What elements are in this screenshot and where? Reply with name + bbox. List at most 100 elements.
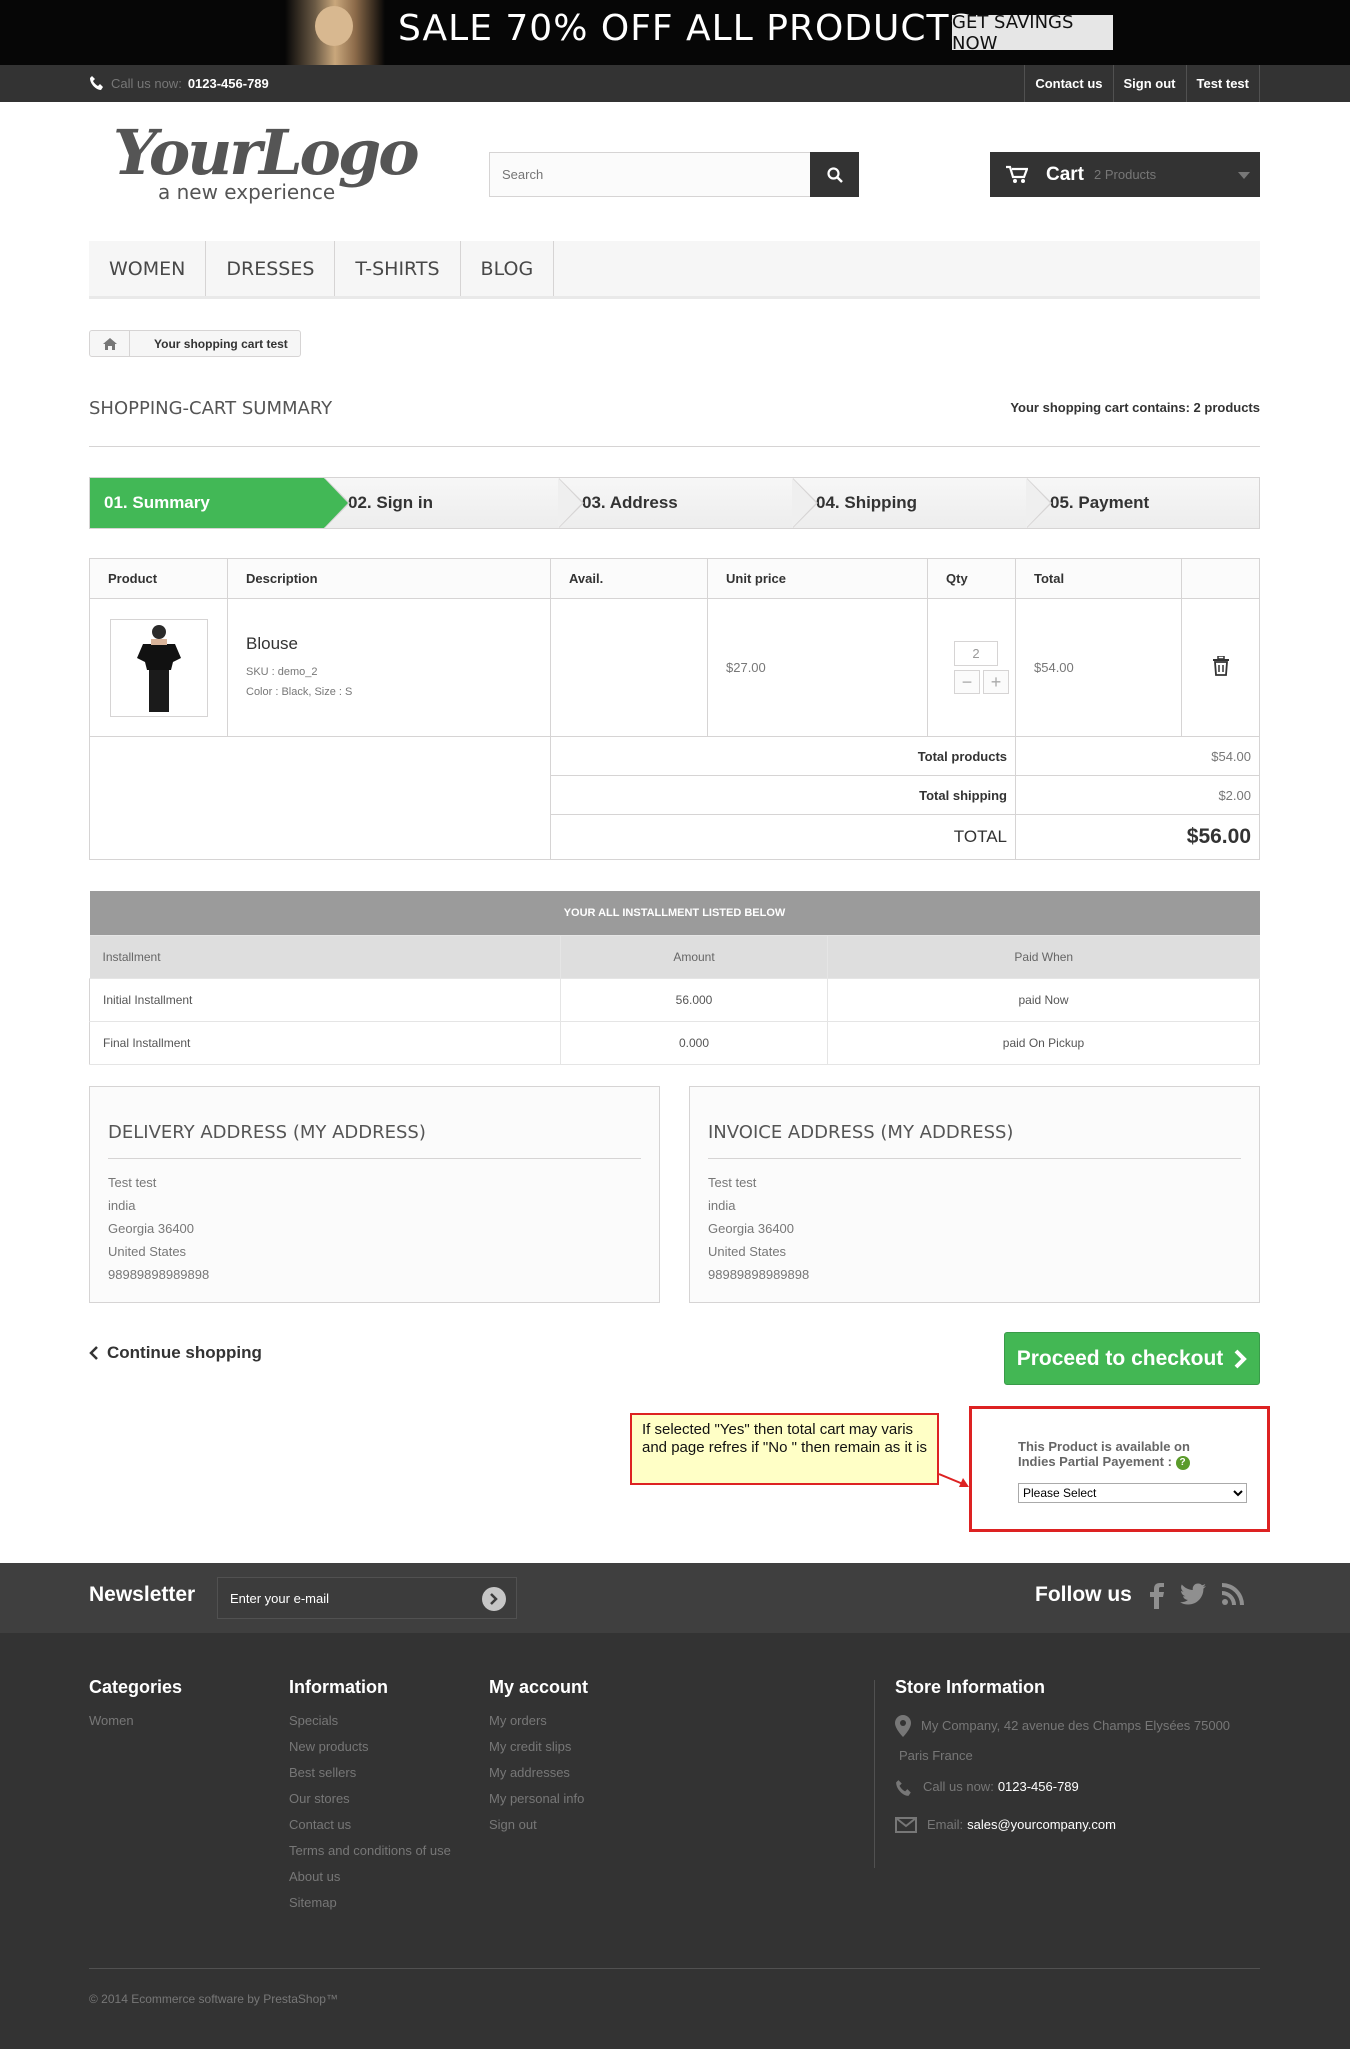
menu-item-dresses[interactable]: DRESSES <box>206 241 336 296</box>
qty-increase-button[interactable]: + <box>983 670 1009 694</box>
top-nav: Call us now: 0123-456-789 Contact us Sig… <box>0 65 1350 102</box>
proceed-to-checkout-button[interactable]: Proceed to checkout <box>1004 1332 1260 1385</box>
twitter-icon[interactable] <box>1180 1583 1206 1605</box>
qty-cell: 2 − + <box>927 598 1016 737</box>
footer-link[interactable]: New products <box>289 1734 459 1760</box>
footer-information: Information Specials New products Best s… <box>289 1677 459 1916</box>
step-label: 02. Sign in <box>348 493 434 512</box>
footer-link[interactable]: My addresses <box>489 1760 588 1786</box>
header-links: Contact us Sign out Test test <box>1024 65 1260 102</box>
col-description: Description <box>227 558 551 599</box>
newsletter-submit-button[interactable] <box>482 1587 506 1611</box>
step-sign-in[interactable]: 02. Sign in <box>324 478 584 528</box>
search-bar <box>489 152 859 197</box>
footer-link[interactable]: My orders <box>489 1708 588 1734</box>
contact-us-link[interactable]: Contact us <box>1024 65 1112 102</box>
step-summary[interactable]: 01. Summary <box>90 478 350 528</box>
call-phone: 0123-456-789 <box>187 75 269 91</box>
breadcrumb: Your shopping cart test <box>89 330 301 357</box>
step-label: 04. Shipping <box>816 493 918 512</box>
installments-col-amount: Amount <box>560 935 828 979</box>
newsletter-email-input[interactable]: Enter your e-mail <box>217 1577 517 1619</box>
get-savings-button[interactable]: GET SAVINGS NOW <box>952 12 1113 54</box>
newsletter-title: Newsletter <box>89 1583 196 1606</box>
step-payment[interactable]: 05. Payment <box>1026 478 1259 528</box>
product-image[interactable] <box>110 618 208 717</box>
qty-decrease-button[interactable]: − <box>954 670 980 694</box>
footer-divider <box>874 1680 875 1868</box>
footer-link[interactable]: Our stores <box>289 1786 459 1812</box>
partial-payment-select[interactable]: Please Select <box>1018 1483 1247 1503</box>
col-unit-price: Unit price <box>707 558 928 599</box>
address-line: 98989898989898 <box>708 1267 810 1282</box>
banner-model-image <box>285 0 385 65</box>
installment-row: Initial Installment 56.000 paid Now <box>89 978 1260 1022</box>
step-address[interactable]: 03. Address <box>558 478 818 528</box>
total-value: $56.00 <box>1015 814 1260 860</box>
footer-link[interactable]: My personal info <box>489 1786 588 1812</box>
account-link[interactable]: Test test <box>1185 65 1260 102</box>
product-availability <box>550 598 708 737</box>
continue-shopping-link[interactable]: Continue shopping <box>89 1343 262 1363</box>
store-email-label: Email: <box>927 1817 964 1832</box>
product-image-cell <box>89 598 228 737</box>
search-button[interactable] <box>810 152 859 197</box>
address-line: india <box>108 1198 136 1213</box>
col-total: Total <box>1015 558 1182 599</box>
help-icon[interactable]: ? <box>1175 1455 1190 1470</box>
delivery-address-title: DELIVERY ADDRESS (MY ADDRESS) <box>108 1122 641 1159</box>
footer-categories: Categories Women <box>89 1677 182 1734</box>
menu-item-tshirts[interactable]: T-SHIRTS <box>335 241 461 296</box>
installment-when: paid Now <box>827 978 1260 1022</box>
footer-link[interactable]: Contact us <box>289 1812 459 1838</box>
footer-link[interactable]: Sign out <box>489 1812 588 1838</box>
col-avail: Avail. <box>550 558 708 599</box>
store-phone-label: Call us now: <box>923 1779 994 1794</box>
search-input[interactable] <box>490 153 810 196</box>
continue-shopping-label: Continue shopping <box>107 1343 262 1362</box>
qty-input[interactable]: 2 <box>954 641 998 666</box>
sign-out-link[interactable]: Sign out <box>1112 65 1186 102</box>
envelope-icon <box>895 1817 917 1833</box>
copyright[interactable]: © 2014 Ecommerce software by PrestaShop™ <box>89 1992 338 2006</box>
address-line: Georgia 36400 <box>108 1221 195 1236</box>
follow-us-title: Follow us <box>1035 1583 1132 1606</box>
installment-amount: 56.000 <box>560 978 828 1022</box>
product-unit-price: $27.00 <box>707 598 928 737</box>
footer-link[interactable]: My credit slips <box>489 1734 588 1760</box>
store-email-link[interactable]: sales@yourcompany.com <box>967 1817 1116 1833</box>
facebook-icon[interactable] <box>1150 1583 1164 1609</box>
blouse-image <box>137 624 181 712</box>
chevron-right-icon <box>1234 1349 1248 1368</box>
footer-link[interactable]: Specials <box>289 1708 459 1734</box>
rss-icon[interactable] <box>1222 1583 1244 1605</box>
delivery-address-box: DELIVERY ADDRESS (MY ADDRESS) Test test … <box>89 1086 660 1303</box>
step-label: 01. Summary <box>104 493 210 512</box>
footer-categories-title: Categories <box>89 1677 183 1697</box>
store-address-line2: Paris France <box>899 1748 973 1763</box>
product-name[interactable]: Blouse <box>246 634 550 654</box>
social-links <box>1150 1583 1244 1609</box>
footer-link[interactable]: Best sellers <box>289 1760 459 1786</box>
step-shipping[interactable]: 04. Shipping <box>792 478 1052 528</box>
footer-link[interactable]: Women <box>89 1708 182 1734</box>
breadcrumb-home[interactable] <box>90 331 130 356</box>
site-logo[interactable]: YourLogo a new experience <box>113 122 420 212</box>
cart-icon <box>1006 165 1028 183</box>
footer-link[interactable]: Terms and conditions of use <box>289 1838 459 1864</box>
promo-banner[interactable]: SALE 70% OFF ALL PRODUCTS GET SAVINGS NO… <box>0 0 1350 65</box>
footer-my-account: My account My orders My credit slips My … <box>489 1677 588 1838</box>
menu-item-blog[interactable]: BLOG <box>461 241 555 296</box>
cart-button[interactable]: Cart 2 Products <box>990 152 1260 197</box>
footer-link[interactable]: Sitemap <box>289 1890 459 1916</box>
call-label: Call us now: <box>111 75 182 91</box>
total-shipping-label: Total shipping <box>550 775 1016 815</box>
footer-link[interactable]: About us <box>289 1864 459 1890</box>
col-qty: Qty <box>927 558 1016 599</box>
store-phone-number: 0123-456-789 <box>997 1779 1079 1794</box>
divider <box>89 446 1260 447</box>
menu-item-women[interactable]: WOMEN <box>89 241 207 296</box>
home-icon <box>102 337 117 350</box>
trash-icon[interactable] <box>1212 655 1230 676</box>
store-address: My Company, 42 avenue des Champs Elysées… <box>895 1715 1230 1771</box>
